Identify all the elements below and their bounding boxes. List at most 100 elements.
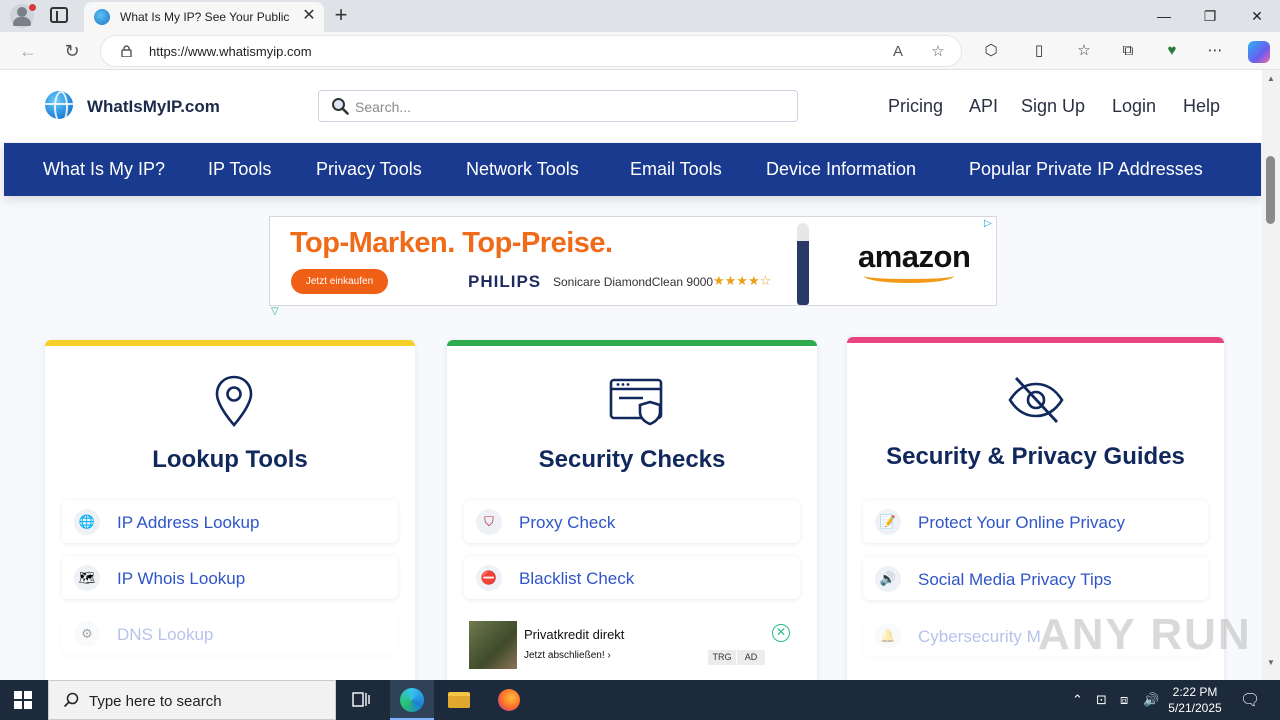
globe-icon: 🌐 xyxy=(74,509,100,535)
ad-headline: Top-Marken. Top-Preise. xyxy=(290,227,613,259)
extensions-icon[interactable]: ⬡ xyxy=(981,41,1001,61)
nav-popular-private-ip[interactable]: Popular Private IP Addresses xyxy=(969,159,1203,180)
scrollbar-thumb[interactable] xyxy=(1266,156,1275,224)
nav-network-tools[interactable]: Network Tools xyxy=(466,159,579,180)
lock-icon xyxy=(121,45,132,57)
volume-icon[interactable]: 🔊 xyxy=(1143,692,1159,708)
browser-tab[interactable]: What Is My IP? See Your Public IP ✕ xyxy=(84,2,324,32)
link-ip-address-lookup[interactable]: 🌐 IP Address Lookup xyxy=(62,500,398,543)
profile-avatar-icon[interactable] xyxy=(10,4,36,28)
header-link-login[interactable]: Login xyxy=(1112,96,1156,117)
search-icon xyxy=(63,692,79,708)
nav-privacy-tools[interactable]: Privacy Tools xyxy=(316,159,422,180)
system-clock[interactable]: 2:22 PM 5/21/2025 xyxy=(1160,684,1230,716)
header-link-help[interactable]: Help xyxy=(1183,96,1220,117)
back-icon[interactable]: ← xyxy=(18,41,38,61)
link-label[interactable]: Social Media Privacy Tips xyxy=(918,570,1112,590)
amazon-smile-icon xyxy=(864,269,954,283)
header-link-pricing[interactable]: Pricing xyxy=(888,96,943,117)
anyrun-watermark: ANY RUN xyxy=(1038,610,1252,659)
tray-chevron-icon[interactable]: ⌃ xyxy=(1072,692,1083,708)
scroll-up-icon[interactable]: ▲ xyxy=(1266,74,1276,83)
address-bar[interactable]: https://www.whatismyip.com A ☆ xyxy=(100,35,962,67)
windows-start-icon[interactable] xyxy=(14,691,32,709)
copilot-icon[interactable] xyxy=(1248,41,1270,63)
site-search[interactable] xyxy=(318,90,798,122)
minimize-button[interactable]: — xyxy=(1150,6,1178,26)
search-icon xyxy=(332,98,349,115)
search-input[interactable] xyxy=(355,97,775,117)
map-icon: 🗺 xyxy=(74,565,100,591)
scroll-down-icon[interactable]: ▼ xyxy=(1266,658,1276,667)
read-aloud-icon[interactable]: A xyxy=(889,43,907,61)
collections-icon[interactable]: ⧉ xyxy=(1118,41,1138,61)
link-label[interactable]: Cybersecurity M xyxy=(918,627,1041,647)
link-label[interactable]: DNS Lookup xyxy=(117,625,213,645)
ad-close-icon[interactable]: ✕ xyxy=(772,624,790,642)
maximize-button[interactable]: ❐ xyxy=(1196,6,1224,26)
tab-actions-icon[interactable] xyxy=(50,7,68,23)
ad-rating-stars: ★★★★☆ xyxy=(713,273,772,288)
taskbar-search-placeholder[interactable]: Type here to search xyxy=(89,693,222,710)
nav-device-information[interactable]: Device Information xyxy=(766,159,916,180)
close-window-button[interactable]: ✕ xyxy=(1243,6,1271,26)
card-title: Security & Privacy Guides xyxy=(886,443,1185,470)
nav-email-tools[interactable]: Email Tools xyxy=(630,159,722,180)
task-view-icon[interactable] xyxy=(346,686,376,714)
site-header: WhatIsMyIP.com Pricing API Sign Up Login… xyxy=(0,70,1262,142)
link-label[interactable]: Blacklist Check xyxy=(519,569,634,589)
tab-close-icon[interactable]: ✕ xyxy=(300,7,318,25)
page-scrollbar[interactable]: ▲ ▼ xyxy=(1262,70,1280,680)
split-screen-icon[interactable]: ▯ xyxy=(1029,41,1049,61)
link-ip-whois-lookup[interactable]: 🗺 IP Whois Lookup xyxy=(62,556,398,599)
dns-icon: ⚙ xyxy=(74,621,100,647)
link-label[interactable]: Proxy Check xyxy=(519,513,615,533)
nav-ip-tools[interactable]: IP Tools xyxy=(208,159,271,180)
favorites-icon[interactable]: ☆ xyxy=(1074,41,1094,61)
header-link-api[interactable]: API xyxy=(969,96,998,117)
link-blacklist-check[interactable]: ⛔ Blacklist Check xyxy=(464,556,800,599)
link-proxy-check[interactable]: ⛉ Proxy Check xyxy=(464,500,800,543)
site-logo-text[interactable]: WhatIsMyIP.com xyxy=(87,97,220,117)
sticky-bottom-ad[interactable]: Privatkredit direkt Jetzt abschließen! ›… xyxy=(468,620,802,670)
site-favicon-icon xyxy=(94,9,110,25)
header-link-sign-up[interactable]: Sign Up xyxy=(1021,96,1085,117)
ad-subtitle[interactable]: Jetzt abschließen! › xyxy=(524,650,611,661)
ad-info-icon[interactable]: ▽ xyxy=(271,306,279,317)
firefox-icon[interactable] xyxy=(494,686,524,714)
card-accent-bar xyxy=(847,337,1224,343)
refresh-icon[interactable]: ↻ xyxy=(62,41,82,61)
advertisement-banner[interactable]: Top-Marken. Top-Preise. Jetzt einkaufen … xyxy=(269,216,997,306)
tray-device-icon[interactable]: ⊡ xyxy=(1096,692,1107,708)
link-dns-lookup[interactable]: ⚙ DNS Lookup xyxy=(62,612,398,655)
main-navigation: What Is My IP? IP Tools Privacy Tools Ne… xyxy=(4,143,1261,196)
nav-what-is-my-ip[interactable]: What Is My IP? xyxy=(43,159,165,180)
ad-shop-button[interactable]: Jetzt einkaufen xyxy=(291,269,388,294)
link-label[interactable]: Protect Your Online Privacy xyxy=(918,513,1125,533)
taskbar-search[interactable]: Type here to search xyxy=(48,680,336,720)
edge-taskbar-icon[interactable] xyxy=(390,680,434,720)
new-tab-icon[interactable]: + xyxy=(330,4,352,26)
url-text[interactable]: https://www.whatismyip.com xyxy=(149,44,312,59)
favorite-star-icon[interactable]: ☆ xyxy=(929,43,947,61)
speaker-icon: 🔊 xyxy=(875,566,901,592)
link-label[interactable]: IP Address Lookup xyxy=(117,513,259,533)
link-protect-online-privacy[interactable]: 📝 Protect Your Online Privacy xyxy=(863,500,1208,543)
shield-icon: ⛉ xyxy=(476,509,502,535)
browser-essentials-icon[interactable]: ♥ xyxy=(1162,41,1182,61)
windows-taskbar: Type here to search ⌃ ⊡ ⧈ 🔊 2:22 PM 5/21… xyxy=(0,680,1280,720)
ad-tag: AD xyxy=(737,650,765,665)
link-label[interactable]: IP Whois Lookup xyxy=(117,569,245,589)
tab-title: What Is My IP? See Your Public IP xyxy=(120,10,292,24)
file-explorer-icon[interactable] xyxy=(444,686,474,714)
more-menu-icon[interactable]: ⋯ xyxy=(1205,41,1225,61)
eye-slash-icon xyxy=(1008,377,1064,423)
network-icon[interactable]: ⧈ xyxy=(1120,692,1128,708)
address-toolbar: ← ↻ https://www.whatismyip.com A ☆ ⬡ ▯ ☆… xyxy=(0,32,1280,70)
web-page: WhatIsMyIP.com Pricing API Sign Up Login… xyxy=(0,70,1262,680)
link-social-media-privacy[interactable]: 🔊 Social Media Privacy Tips xyxy=(863,557,1208,600)
ad-tag: TRG xyxy=(708,650,736,665)
notification-icon[interactable]: 🗨 xyxy=(1240,690,1260,710)
site-logo-icon[interactable] xyxy=(45,91,73,119)
adchoices-icon[interactable]: ▷ xyxy=(984,219,994,229)
